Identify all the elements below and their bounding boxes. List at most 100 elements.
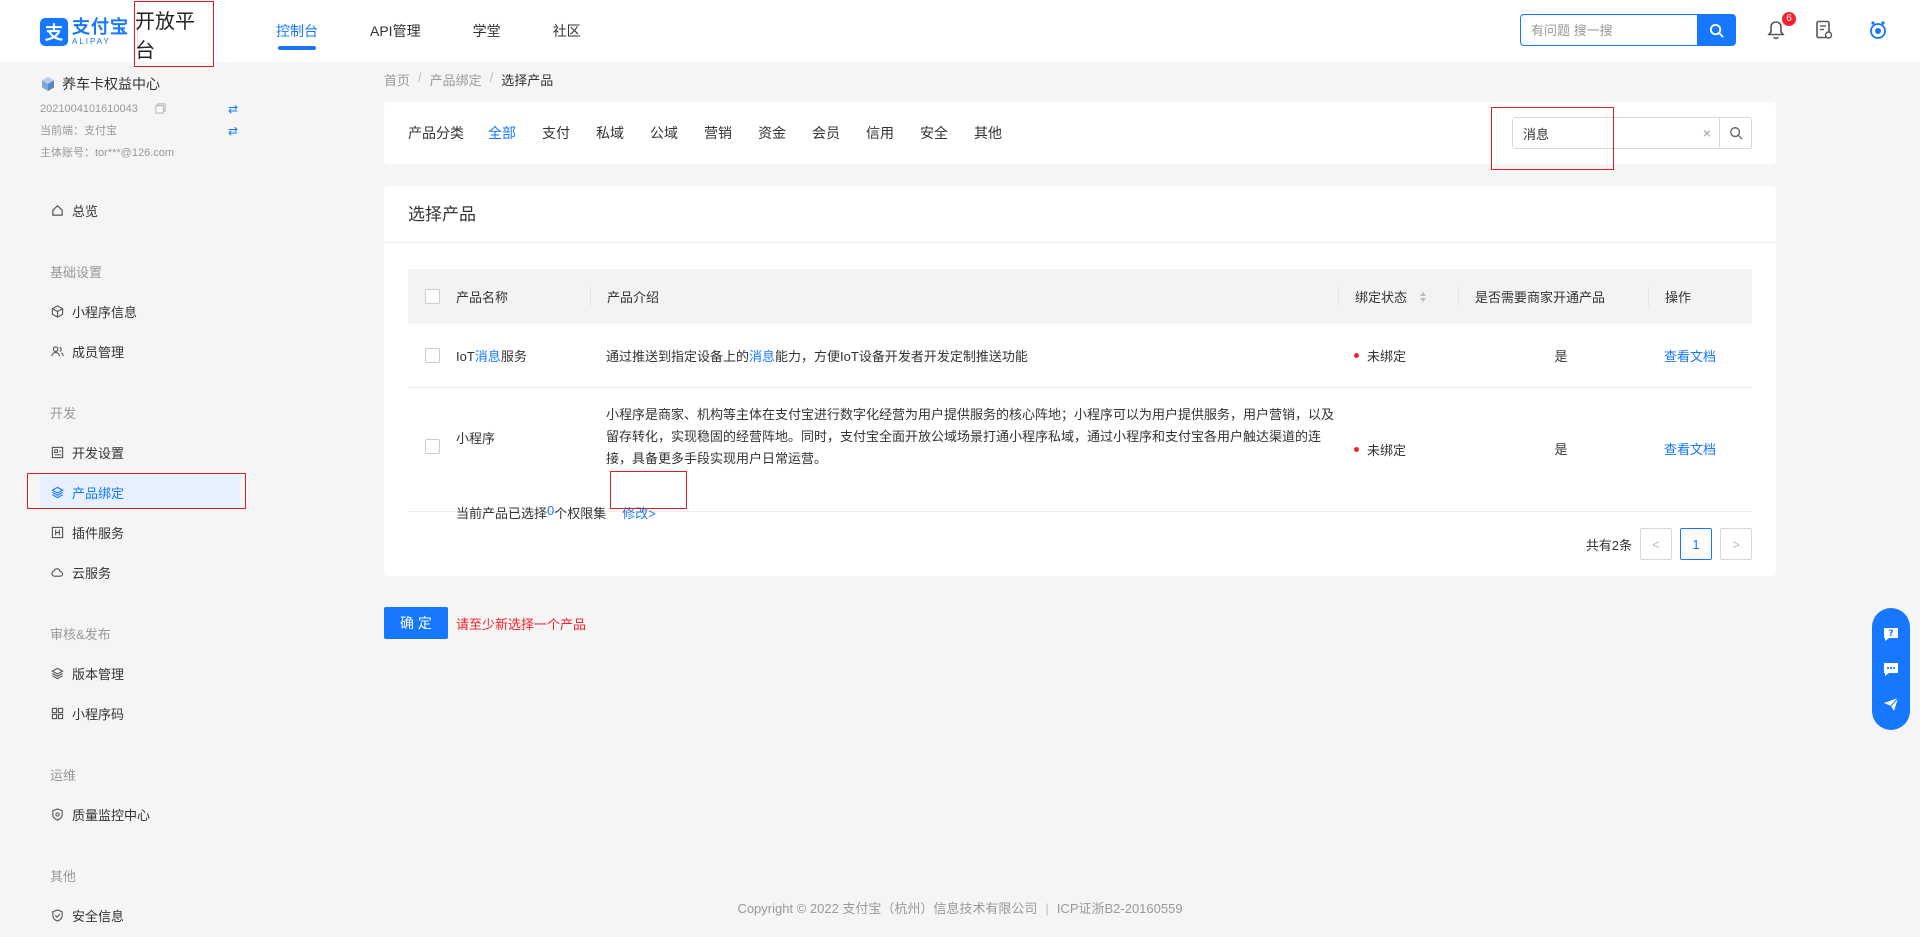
category-marketing[interactable]: 营销	[704, 123, 732, 143]
row-check-cell	[408, 388, 456, 454]
confirm-button[interactable]: 确 定	[384, 607, 448, 639]
perm-post: 个权限集	[554, 506, 607, 521]
product-name-pre: IoT	[456, 349, 475, 364]
sidebar-item-dev-settings[interactable]: 开发设置	[40, 436, 240, 468]
app-info: 养车卡权益中心 2021004101610043 ⇄ 当前端：支付宝 ⇄ 主体账…	[40, 74, 240, 164]
search-icon	[1709, 23, 1724, 38]
user-avatar[interactable]	[1866, 18, 1890, 42]
category-all[interactable]: 全部	[488, 123, 516, 143]
sidebar-label-version: 版本管理	[72, 666, 125, 682]
col-op-header: 操作	[1648, 287, 1752, 306]
next-page-button[interactable]: >	[1720, 528, 1752, 560]
product-table: 产品名称 产品介绍 绑定状态 是否需要商家开通产品 操作 IoT消息服务 通过推…	[408, 269, 1752, 521]
bind-status: 未绑定	[1338, 388, 1458, 459]
logo-cn: 支付宝	[72, 17, 129, 37]
row-checkbox[interactable]	[424, 439, 440, 454]
sidebar-item-cloud[interactable]: 云服务	[40, 556, 240, 588]
select-all-checkbox[interactable]	[424, 289, 440, 304]
account-row: 主体账号：tor***@126.com	[40, 142, 240, 164]
shield-gear-icon	[50, 807, 64, 821]
page-1-button[interactable]: 1	[1680, 528, 1712, 560]
nav-school[interactable]: 学堂	[473, 0, 501, 62]
notification-badge: 6	[1782, 12, 1796, 26]
nav-api[interactable]: API管理	[370, 0, 421, 62]
category-public[interactable]: 公域	[650, 123, 678, 143]
menu-group-dev: 开发	[50, 406, 77, 421]
product-search-input[interactable]	[1513, 118, 1695, 148]
avatar-icon	[1870, 21, 1886, 39]
search-icon	[1729, 127, 1742, 140]
breadcrumb-parent[interactable]: 产品绑定	[430, 70, 482, 89]
sidebar-item-product-binding[interactable]: 产品绑定	[40, 476, 240, 508]
cloud-icon	[50, 565, 64, 579]
sidebar-item-members[interactable]: 成员管理	[40, 335, 240, 367]
breadcrumb-sep: /	[418, 70, 422, 85]
sidebar-label-quality: 质量监控中心	[72, 807, 151, 823]
stack-icon	[50, 666, 64, 680]
breadcrumb-current: 选择产品	[501, 73, 554, 88]
header-check-cell	[408, 289, 456, 304]
help-button[interactable]: ?	[1880, 623, 1902, 645]
bind-status-text: 未绑定	[1367, 443, 1407, 458]
category-other[interactable]: 其他	[974, 123, 1002, 143]
view-doc-label: 查看文档	[1664, 349, 1717, 364]
alipay-logo-mark: 支	[40, 18, 68, 46]
menu-group-ops: 运维	[50, 768, 77, 783]
icp-link[interactable]: ICP证浙B2-20160559	[1057, 901, 1183, 916]
copy-icon[interactable]	[155, 103, 166, 114]
sort-icon[interactable]	[1419, 291, 1427, 303]
menu-group-basic: 基础设置	[50, 265, 103, 280]
category-payment[interactable]: 支付	[542, 123, 570, 143]
top-nav: 控制台 API管理 学堂 社区	[276, 0, 633, 62]
col-status-header[interactable]: 绑定状态	[1338, 287, 1458, 306]
feedback-button[interactable]	[1880, 693, 1902, 715]
sidebar-item-version[interactable]: 版本管理	[40, 657, 240, 689]
filter-card: 产品分类 全部 支付 私域 公域 营销 资金 会员 信用 安全 其他 ×	[384, 102, 1776, 164]
view-doc-link[interactable]: 查看文档	[1648, 388, 1752, 458]
app-id-group: 2021004101610043	[40, 98, 166, 120]
sidebar-label-members: 成员管理	[72, 344, 125, 360]
switch-end-icon[interactable]: ⇄	[228, 120, 238, 142]
sidebar-label-cloud: 云服务	[72, 565, 112, 581]
users-icon	[50, 344, 64, 358]
platform-title[interactable]: 开放平台	[134, 1, 214, 67]
warning-text: 请至少新选择一个产品	[456, 617, 587, 632]
bind-status: 未绑定	[1338, 346, 1458, 365]
prev-page-button[interactable]: <	[1640, 528, 1672, 560]
sidebar-item-miniapp-info[interactable]: 小程序信息	[40, 295, 240, 327]
sidebar-item-quality[interactable]: 质量监控中心	[40, 798, 240, 830]
category-security[interactable]: 安全	[920, 123, 948, 143]
table-header: 产品名称 产品介绍 绑定状态 是否需要商家开通产品 操作	[408, 269, 1752, 324]
nav-community[interactable]: 社区	[553, 0, 581, 62]
breadcrumb-home[interactable]: 首页	[384, 70, 410, 89]
category-label: 产品分类	[408, 125, 464, 141]
nav-console[interactable]: 控制台	[276, 0, 318, 62]
perm-count: 0	[547, 503, 555, 518]
product-search-button[interactable]	[1719, 118, 1751, 148]
app-id: 2021004101610043	[40, 103, 138, 115]
modify-link[interactable]: 修改>	[622, 503, 656, 522]
global-search-input[interactable]	[1520, 14, 1697, 46]
app-name-row: 养车卡权益中心	[40, 74, 240, 94]
current-end-row: 当前端：支付宝 ⇄	[40, 120, 240, 142]
sidebar-label-qrcode: 小程序码	[72, 706, 125, 722]
category-credit[interactable]: 信用	[866, 123, 894, 143]
chat-button[interactable]	[1880, 658, 1902, 680]
switch-icon[interactable]: ⇄	[228, 98, 238, 120]
app-id-row: 2021004101610043 ⇄	[40, 98, 240, 120]
sidebar-item-qrcode[interactable]: 小程序码	[40, 697, 240, 729]
category-member[interactable]: 会员	[812, 123, 840, 143]
category-funds[interactable]: 资金	[758, 123, 786, 143]
document-button[interactable]	[1812, 18, 1836, 42]
sidebar-item-overview[interactable]: 总览	[40, 194, 240, 226]
menu-group-review: 审核&发布	[50, 627, 111, 642]
card-title: 选择产品	[384, 186, 1776, 243]
category-private[interactable]: 私域	[596, 123, 624, 143]
view-doc-link[interactable]: 查看文档	[1648, 346, 1752, 365]
row-checkbox[interactable]	[424, 348, 440, 363]
alipay-logo[interactable]: 支 支付宝 ALIPAY	[40, 17, 138, 47]
global-search-button[interactable]	[1697, 14, 1736, 46]
sidebar-item-plugin[interactable]: 插件服务	[40, 516, 240, 548]
clear-icon[interactable]: ×	[1695, 118, 1719, 148]
sidebar-label-overview: 总览	[72, 203, 99, 219]
